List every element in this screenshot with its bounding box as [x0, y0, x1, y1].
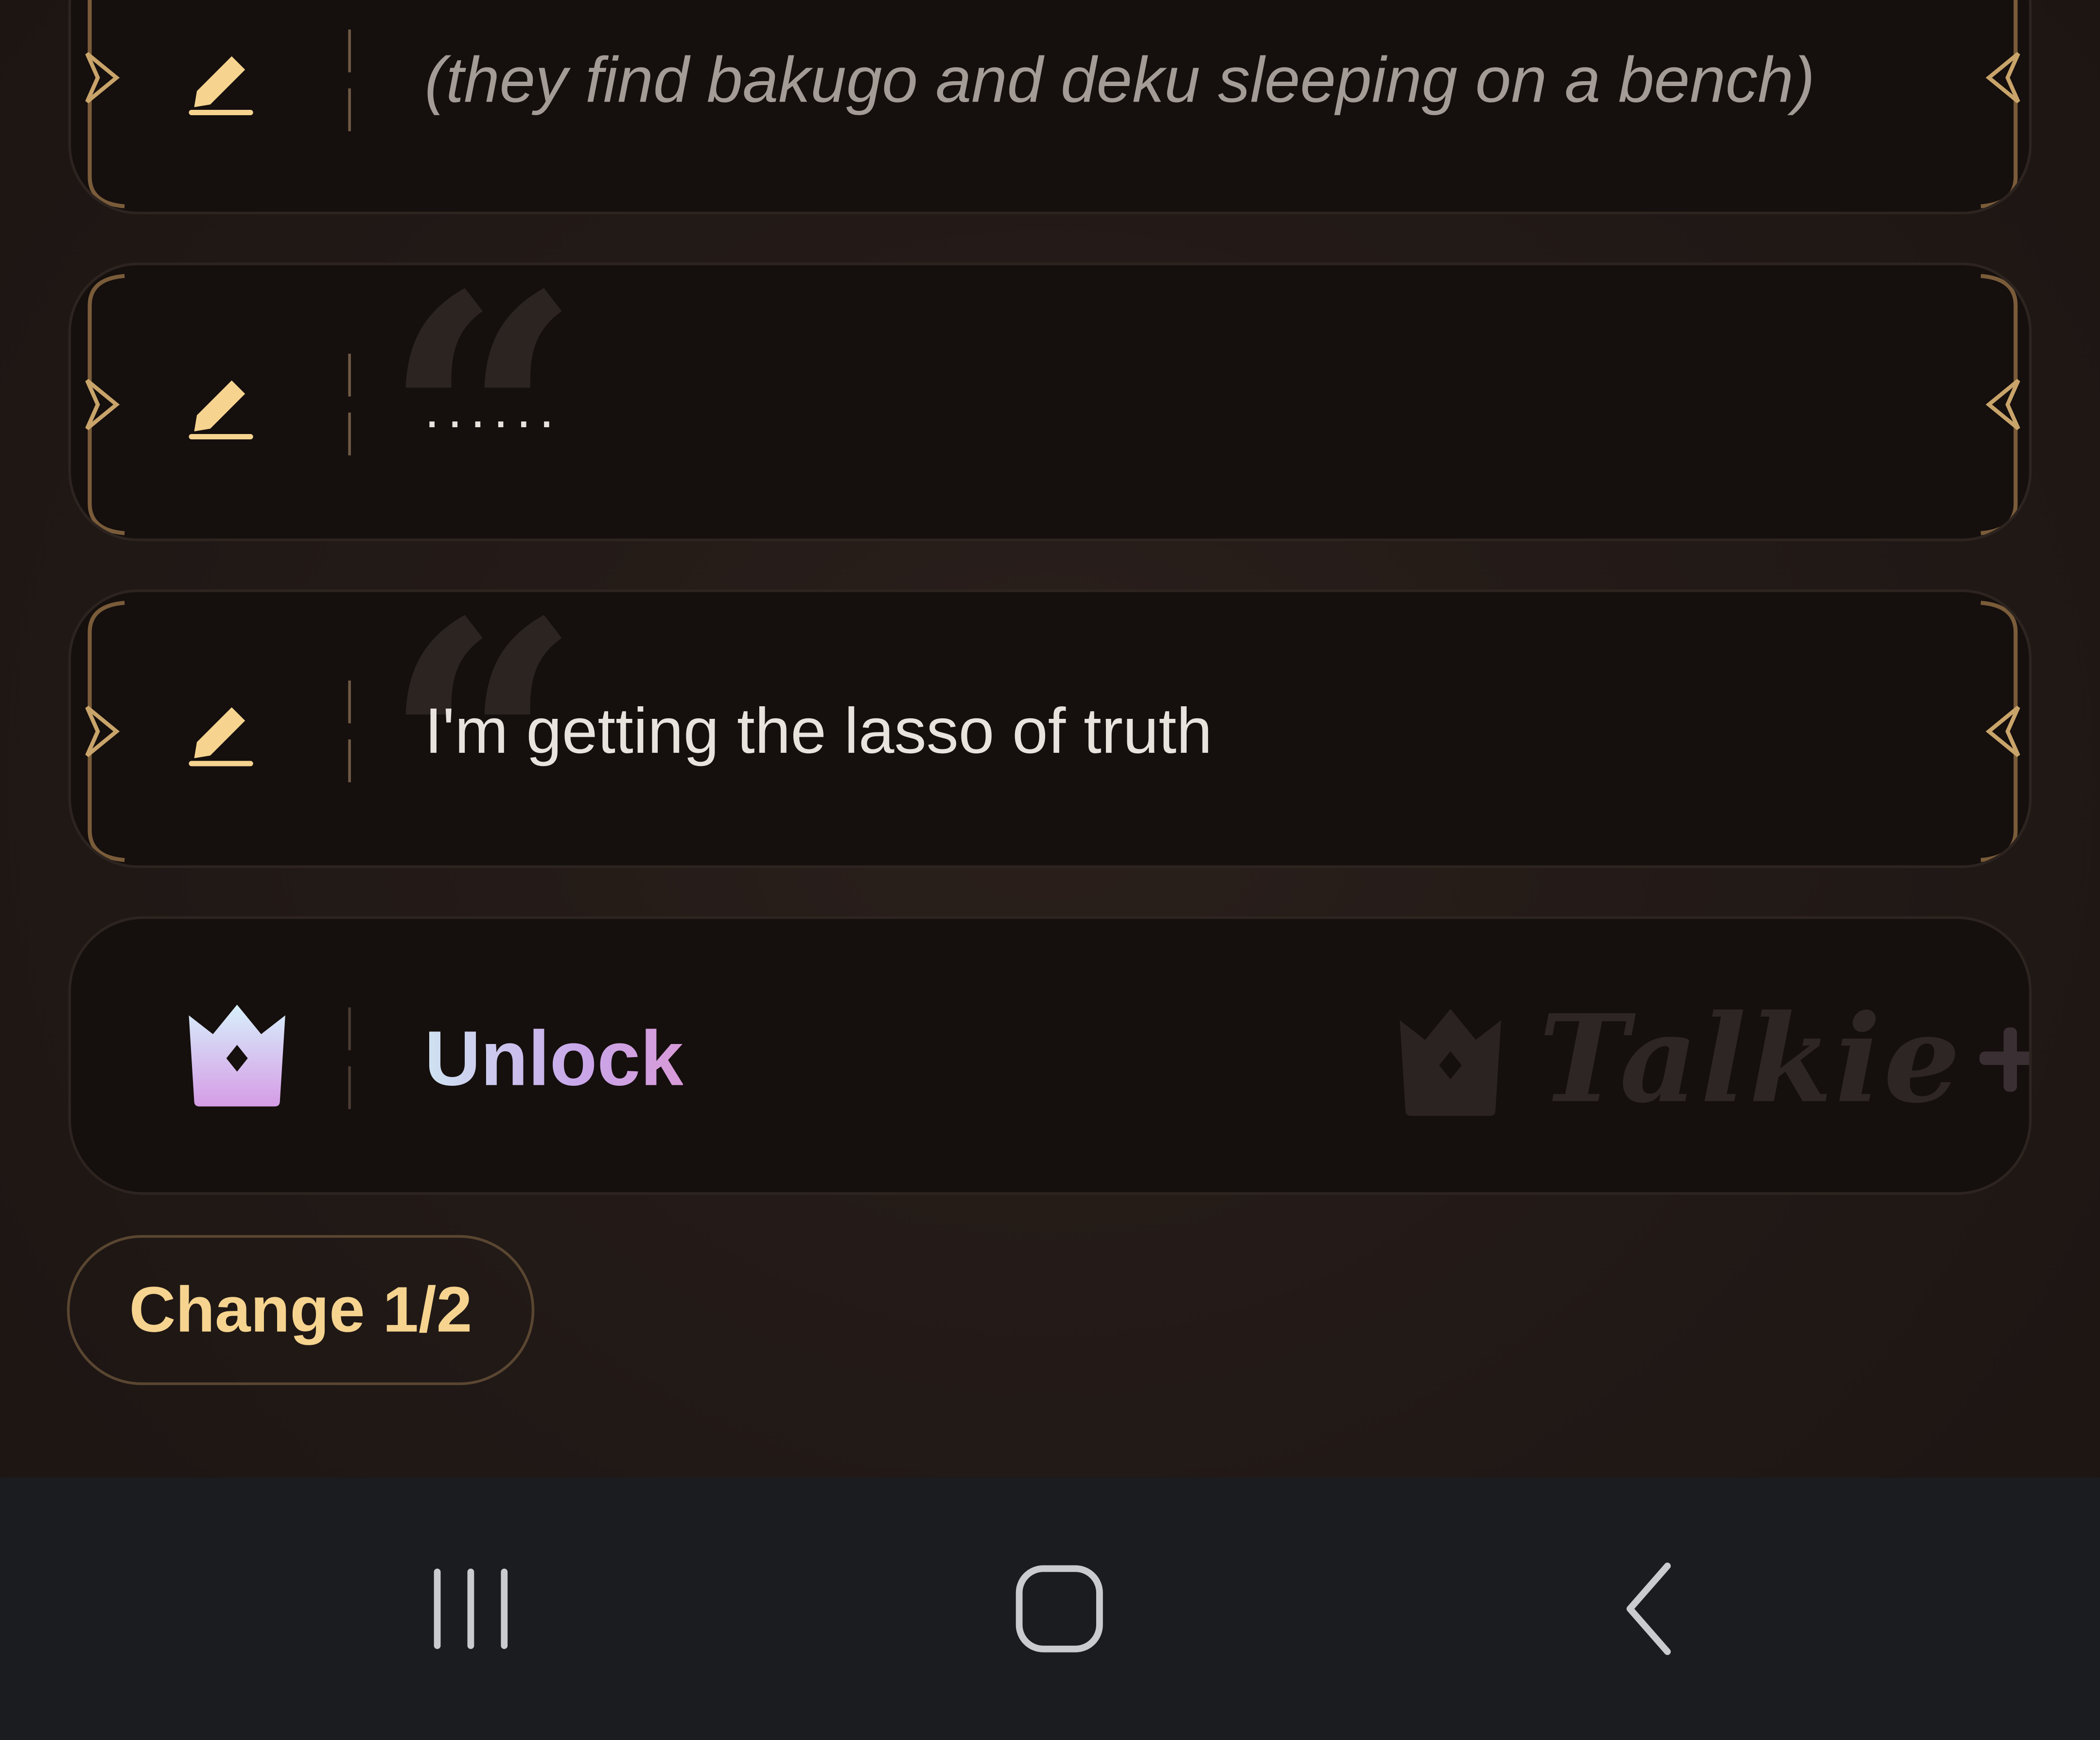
edit-pencil-icon[interactable]: [183, 37, 263, 118]
brand-watermark: Talkie: [1394, 986, 2029, 1133]
divider-line: [348, 353, 351, 456]
reply-option-text: ......: [424, 380, 562, 439]
recents-icon: [434, 1568, 508, 1649]
crown-watermark-icon: [1400, 1009, 1501, 1116]
ornate-frame: [85, 274, 2020, 536]
edit-pencil-icon[interactable]: [183, 362, 263, 442]
divider-line: [348, 680, 351, 783]
back-button[interactable]: [1515, 1478, 1783, 1740]
recents-button[interactable]: [337, 1478, 605, 1740]
divider-line: [348, 1007, 351, 1110]
brand-name: Talkie: [1539, 989, 1963, 1131]
unlock-label: Unlock: [424, 919, 683, 1192]
reply-option-card[interactable]: “ (they find bakugo and deku sleeping on…: [68, 0, 2032, 214]
crown-icon: [189, 1005, 285, 1107]
home-button[interactable]: [926, 1478, 1193, 1740]
reply-option-text: (they find bakugo and deku sleeping on a…: [424, 45, 1815, 116]
back-icon: [1627, 1562, 1671, 1655]
reply-option-card[interactable]: “ ......: [68, 262, 2032, 541]
system-navigation-bar: [0, 1477, 2100, 1740]
reply-option-text: I'm getting the lasso of truth: [424, 696, 1212, 767]
edit-pencil-icon[interactable]: [183, 689, 263, 769]
divider-line: [348, 29, 351, 132]
unlock-card[interactable]: Unlock Talkie: [68, 916, 2032, 1195]
app-screen: “ (they find bakugo and deku sleeping on…: [0, 0, 2100, 1740]
home-icon: [1015, 1565, 1103, 1653]
plus-icon: [1979, 1027, 2029, 1092]
reply-option-card[interactable]: “ I'm getting the lasso of truth: [68, 589, 2032, 868]
change-button[interactable]: Change 1/2: [67, 1235, 535, 1385]
